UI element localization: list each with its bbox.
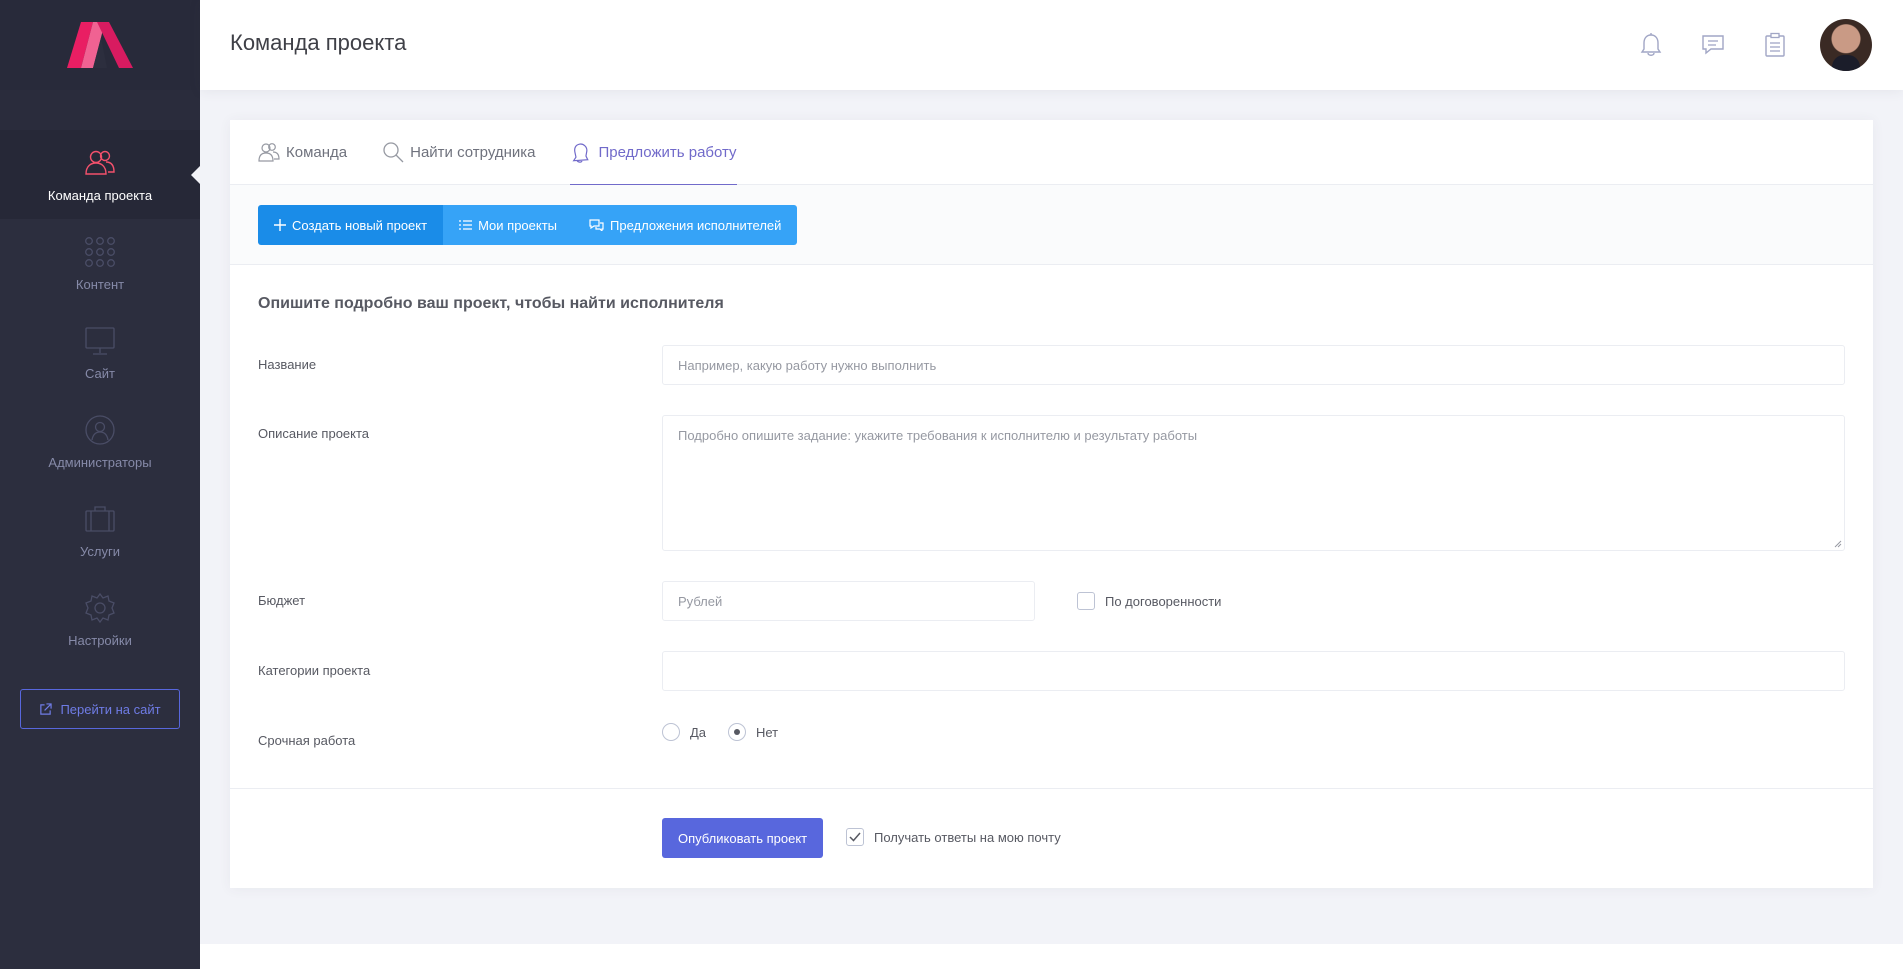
budget-placeholder: Рублей — [678, 593, 723, 609]
description-label: Описание проекта — [258, 426, 370, 441]
logo-icon — [67, 22, 133, 68]
radio-circle[interactable] — [728, 723, 746, 741]
name-label: Название — [258, 357, 317, 372]
urgent-no-label: Нет — [756, 724, 779, 740]
tabs: Команда Найти сотрудника Предложить рабо… — [230, 120, 1873, 185]
messages-button[interactable] — [1698, 30, 1728, 60]
description-row: Описание проекта Подробно опишите задани… — [258, 415, 1845, 551]
tab-find-employee[interactable]: Найти сотрудника — [382, 120, 535, 184]
goto-site-button[interactable]: Перейти на сайт — [20, 689, 180, 729]
goto-site-label: Перейти на сайт — [60, 701, 161, 717]
bell-icon — [1640, 33, 1662, 56]
description-textarea[interactable]: Подробно опишите задание: укажите требов… — [662, 415, 1845, 551]
publish-project-button[interactable]: Опубликовать проект — [662, 818, 824, 858]
checkbox-box[interactable] — [846, 828, 864, 846]
email-replies-label: Получать ответы на мою почту — [874, 829, 1061, 845]
project-form: Опишите подробно ваш проект, чтобы найти… — [230, 265, 1873, 787]
form-heading: Опишите подробно ваш проект, чтобы найти… — [258, 295, 724, 312]
sidebar-item-label: Команда проекта — [47, 188, 153, 203]
publish-label: Опубликовать проект — [678, 830, 808, 846]
top-header: Команда проекта — [200, 0, 1903, 90]
resize-handle-icon[interactable] — [1834, 540, 1842, 548]
grid-dots-icon — [85, 237, 115, 267]
sidebar-spacer — [0, 90, 200, 130]
tab-label: Найти сотрудника — [410, 143, 536, 161]
executor-offers-label: Предложения исполнителей — [610, 217, 782, 233]
sidebar-item-content[interactable]: Контент — [0, 219, 200, 308]
briefcase-icon — [85, 506, 115, 532]
list-icon — [459, 220, 473, 230]
categories-input[interactable] — [662, 651, 1845, 691]
checkmark-icon — [849, 832, 861, 842]
tasks-button[interactable] — [1760, 30, 1790, 60]
name-row: Название Например, какую работу нужно вы… — [258, 345, 1845, 385]
users-icon — [258, 143, 280, 162]
sidebar: Команда проекта Контент Сайт Администрат… — [0, 0, 200, 969]
urgent-no-radio[interactable]: Нет — [728, 723, 778, 741]
tab-label: Предложить работу — [598, 143, 737, 161]
form-actions: Опубликовать проект Получать ответы на м… — [230, 788, 1873, 888]
globe-user-icon — [85, 415, 115, 445]
plus-icon — [274, 219, 286, 231]
urgent-label: Срочная работа — [258, 733, 356, 748]
sidebar-item-site[interactable]: Сайт — [0, 308, 200, 397]
toolbar: Создать новый проект Мои проекты Предлож… — [230, 185, 1873, 265]
my-projects-label: Мои проекты — [478, 217, 558, 233]
sidebar-item-admins[interactable]: Администраторы — [0, 397, 200, 486]
clipboard-icon — [1765, 32, 1785, 57]
project-button-group: Создать новый проект Мои проекты Предлож… — [258, 205, 798, 245]
sidebar-item-label: Администраторы — [48, 455, 152, 470]
main-card: Команда Найти сотрудника Предложить рабо… — [230, 120, 1873, 888]
gear-icon — [85, 592, 115, 624]
monitor-icon — [85, 327, 115, 355]
radio-circle[interactable] — [662, 723, 680, 741]
negotiable-checkbox[interactable]: По договоренности — [1077, 592, 1221, 610]
radio-dot — [734, 729, 740, 735]
logo[interactable] — [0, 0, 200, 90]
sidebar-item-label: Сайт — [85, 366, 115, 381]
budget-label: Бюджет — [258, 593, 306, 608]
name-input[interactable]: Например, какую работу нужно выполнить — [662, 345, 1845, 385]
negotiable-label: По договоренности — [1105, 593, 1222, 609]
chat-icon — [589, 219, 604, 231]
avatar[interactable] — [1820, 19, 1872, 71]
sidebar-item-label: Контент — [75, 277, 125, 292]
page-title: Команда проекта — [230, 30, 407, 55]
sidebar-item-services[interactable]: Услуги — [0, 486, 200, 575]
create-project-label: Создать новый проект — [292, 217, 428, 233]
users-icon — [85, 150, 115, 175]
name-placeholder: Например, какую работу нужно выполнить — [678, 357, 937, 373]
tab-offer-work[interactable]: Предложить работу — [570, 120, 737, 185]
bell-icon — [572, 143, 590, 163]
sidebar-item-label: Услуги — [80, 544, 120, 559]
urgent-row: Срочная работа Да Нет — [258, 721, 1845, 761]
urgent-yes-label: Да — [690, 724, 707, 740]
executor-offers-button[interactable]: Предложения исполнителей — [573, 205, 798, 245]
my-projects-button[interactable]: Мои проекты — [443, 205, 574, 245]
search-icon — [383, 142, 404, 163]
budget-row: Бюджет Рублей По договоренности — [258, 581, 1845, 621]
checkbox-box[interactable] — [1077, 592, 1095, 610]
sidebar-item-team[interactable]: Команда проекта — [0, 130, 200, 219]
sidebar-item-settings[interactable]: Настройки — [0, 575, 200, 664]
external-link-icon — [40, 702, 53, 715]
description-placeholder: Подробно опишите задание: укажите требов… — [678, 428, 1198, 443]
sidebar-item-label: Настройки — [68, 633, 132, 648]
page-footer — [200, 944, 1903, 969]
tab-label: Команда — [286, 143, 348, 161]
notifications-button[interactable] — [1636, 30, 1666, 60]
tab-team[interactable]: Команда — [258, 120, 347, 184]
categories-row: Категории проекта — [258, 651, 1845, 691]
create-project-button[interactable]: Создать новый проект — [258, 205, 444, 245]
budget-input[interactable]: Рублей — [662, 581, 1035, 621]
chat-icon — [1702, 35, 1724, 55]
urgent-yes-radio[interactable]: Да — [662, 723, 706, 741]
categories-label: Категории проекта — [258, 663, 371, 678]
email-replies-checkbox[interactable]: Получать ответы на мою почту — [846, 828, 1061, 846]
